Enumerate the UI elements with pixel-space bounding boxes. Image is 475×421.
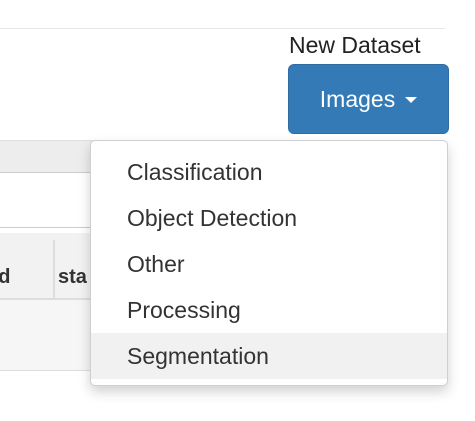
dataset-type-menu: Classification Object Detection Other Pr… [90,140,448,386]
menu-item-other[interactable]: Other [91,241,447,287]
images-dropdown-button[interactable]: Images [288,64,449,134]
caret-down-icon [405,97,418,103]
new-dataset-label: New Dataset [289,32,421,58]
page: New Dataset Images nd sta Classification… [0,0,475,421]
top-divider [0,28,445,29]
filter-input[interactable] [0,172,98,228]
menu-item-object-detection[interactable]: Object Detection [91,195,447,241]
menu-item-processing[interactable]: Processing [91,287,447,333]
table-row [0,300,100,371]
column-header-status[interactable]: sta [58,266,87,289]
menu-item-segmentation[interactable]: Segmentation [91,333,447,379]
images-button-label: Images [319,85,396,112]
panel-heading [0,140,100,173]
menu-item-classification[interactable]: Classification [91,149,447,195]
column-header[interactable]: nd [0,266,10,289]
column-divider [53,240,55,298]
